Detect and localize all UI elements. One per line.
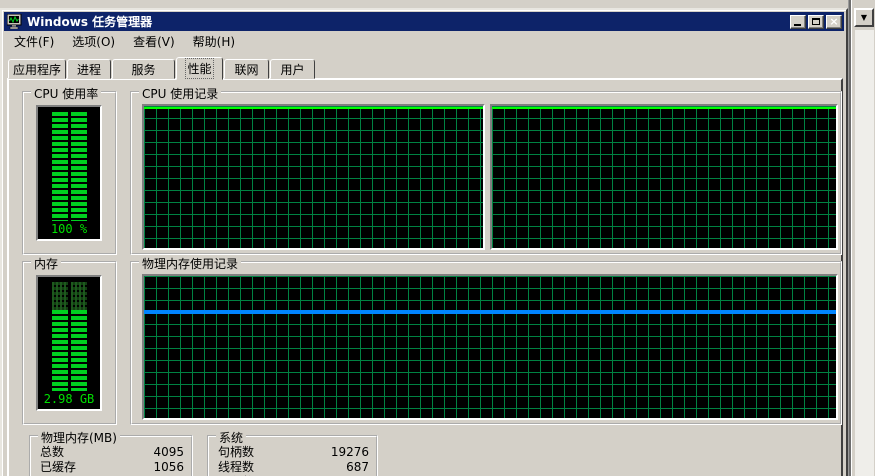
task-manager-window: Windows 任务管理器 × 文件(F) 选项(O) 查看(V) 帮助(H) … — [0, 8, 848, 476]
system-groupbox: 系统 句柄数 19276 线程数 687 进程数 81 — [207, 429, 378, 476]
stat-row-cached: 已缓存 1056 — [40, 460, 184, 474]
window-title: Windows 任务管理器 — [27, 15, 153, 29]
memory-history-line — [144, 310, 836, 315]
tab-processes[interactable]: 进程 — [67, 59, 111, 79]
tab-users[interactable]: 用户 — [270, 59, 315, 79]
memory-gauge-fill — [51, 309, 68, 391]
outer-scrollbar[interactable]: ▼ — [851, 0, 875, 476]
physical-memory-group-label: 物理内存(MB) — [38, 429, 120, 446]
scrollbar-track[interactable] — [855, 30, 874, 476]
tab-networking[interactable]: 联网 — [224, 59, 269, 79]
menu-help[interactable]: 帮助(H) — [184, 31, 244, 52]
tab-performance[interactable]: 性能 — [176, 57, 223, 80]
menu-view[interactable]: 查看(V) — [124, 31, 184, 52]
memory-gauge: 2.98 GB — [36, 275, 102, 411]
minimize-icon — [794, 23, 801, 26]
cpu2-history-graph — [490, 104, 838, 250]
system-group-label: 系统 — [216, 429, 247, 446]
menu-file[interactable]: 文件(F) — [5, 31, 63, 52]
memory-history-graph — [142, 274, 838, 420]
physical-memory-groupbox: 物理内存(MB) 总数 4095 已缓存 1056 可用 1040 — [29, 429, 193, 476]
memory-usage-value: 2.98 GB — [43, 392, 95, 406]
tab-bar: 应用程序 进程 服务 性能 联网 用户 — [8, 56, 316, 80]
tab-services[interactable]: 服务 — [112, 59, 175, 79]
menu-bar: 文件(F) 选项(O) 查看(V) 帮助(H) — [5, 32, 843, 51]
cpu1-history-line — [144, 107, 483, 109]
cpu-gauge-fill — [51, 112, 68, 221]
cpu-history-groupbox: CPU 使用记录 — [130, 85, 842, 255]
close-button[interactable]: × — [826, 14, 842, 29]
memory-history-group-label: 物理内存使用记录 — [139, 255, 242, 272]
memory-history-groupbox: 物理内存使用记录 — [130, 255, 842, 425]
memory-groupbox: 内存 2.98 GB — [22, 255, 117, 425]
title-bar[interactable]: Windows 任务管理器 × — [4, 12, 844, 31]
maximize-button[interactable] — [808, 14, 824, 29]
tab-applications[interactable]: 应用程序 — [8, 59, 66, 79]
memory-group-label: 内存 — [31, 255, 62, 272]
menu-options[interactable]: 选项(O) — [63, 31, 124, 52]
chevron-down-icon: ▼ — [860, 13, 868, 22]
cpu-usage-group-label: CPU 使用率 — [31, 85, 102, 102]
close-icon: × — [829, 14, 839, 28]
minimize-button[interactable] — [790, 14, 806, 29]
cpu-history-group-label: CPU 使用记录 — [139, 85, 222, 102]
stat-row-handles: 句柄数 19276 — [218, 445, 369, 459]
stat-row-total: 总数 4095 — [40, 445, 184, 459]
task-manager-icon — [7, 14, 22, 29]
stat-row-threads: 线程数 687 — [218, 460, 369, 474]
cpu1-history-graph — [142, 104, 485, 250]
scrollbar-dropdown-button[interactable]: ▼ — [854, 8, 874, 27]
cpu2-history-line — [492, 107, 836, 109]
cpu-usage-gauge: 100 % — [36, 105, 102, 241]
maximize-icon — [812, 18, 820, 25]
cpu-usage-value: 100 % — [50, 222, 88, 236]
performance-tab-page: CPU 使用率 100 % CPU 使用记录 内存 2.98 GB 物理内存使用… — [7, 78, 843, 476]
cpu-usage-groupbox: CPU 使用率 100 % — [22, 85, 117, 255]
